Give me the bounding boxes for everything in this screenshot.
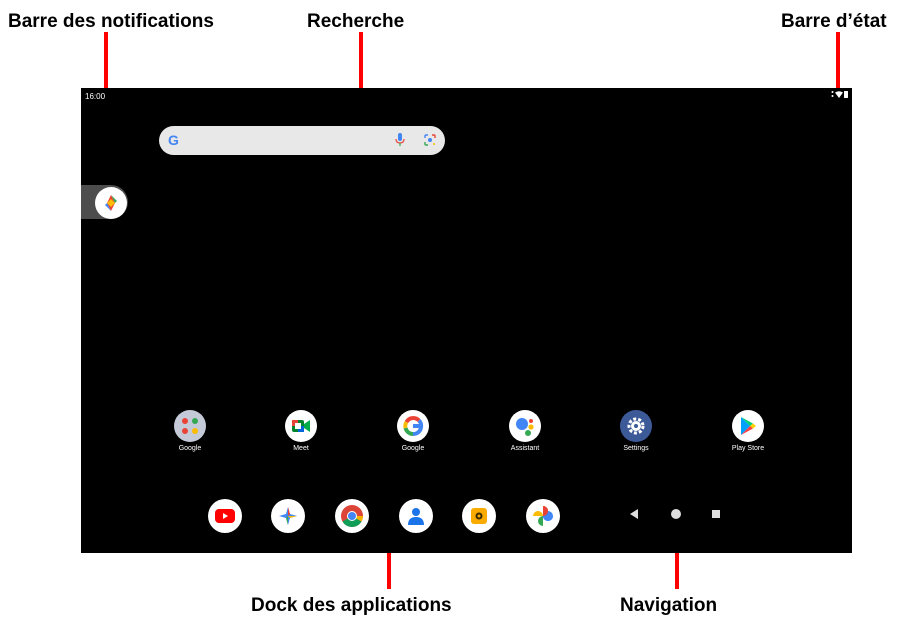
dock-youtube-icon[interactable] [208,499,242,533]
app-meet[interactable]: Meet [261,410,341,452]
callout-line-notifications [104,32,108,88]
app-label: Assistant [510,445,540,452]
google-icon [397,410,429,442]
microphone-icon[interactable] [395,133,405,147]
settings-icon [620,410,652,442]
play-store-icon [732,410,764,442]
wifi-icon [835,90,843,98]
dock-contacts-icon[interactable] [399,499,433,533]
app-play-store[interactable]: Play Store [708,410,788,452]
callout-navigation: Navigation [620,595,718,616]
app-label: Play Store [731,445,765,452]
status-icons [831,90,848,98]
gemini-shortcut-icon[interactable] [95,187,127,219]
assistant-icon [509,410,541,442]
status-time: 16:00 [85,92,106,101]
dock-files-icon[interactable] [462,499,496,533]
app-label: Meet [293,445,309,452]
nav-home-icon[interactable] [670,508,682,520]
app-google-folder[interactable]: Google [150,410,230,452]
battery-icon [844,90,848,98]
dock-chrome-icon[interactable] [335,499,369,533]
meet-icon [285,410,317,442]
app-google[interactable]: Google [373,410,453,452]
callout-search: Recherche [307,11,405,32]
callout-app-dock: Dock des applications [251,595,452,616]
app-assistant[interactable]: Assistant [485,410,565,452]
callout-notifications-bar: Barre des notifications [8,11,214,32]
app-settings[interactable]: Settings [596,410,676,452]
nav-back-icon[interactable] [629,508,639,520]
notification-dots-icon [831,91,834,97]
google-folder-icon [174,410,206,442]
tablet-home-screen: 16:00 G Google Meet Google Assistant Set… [81,88,852,553]
app-label: Settings [623,445,649,452]
google-lens-icon[interactable] [423,133,437,147]
svg-text:G: G [168,132,179,148]
nav-recents-icon[interactable] [711,508,721,520]
callout-status-bar: Barre d’état [781,11,887,32]
google-logo-icon: G [168,132,179,148]
dock-photos-icon[interactable] [526,499,560,533]
search-bar[interactable]: G [159,126,445,155]
callout-line-status [836,32,840,88]
dock-gemini-icon[interactable] [271,499,305,533]
app-label: Google [401,445,425,452]
app-label: Google [178,445,202,452]
